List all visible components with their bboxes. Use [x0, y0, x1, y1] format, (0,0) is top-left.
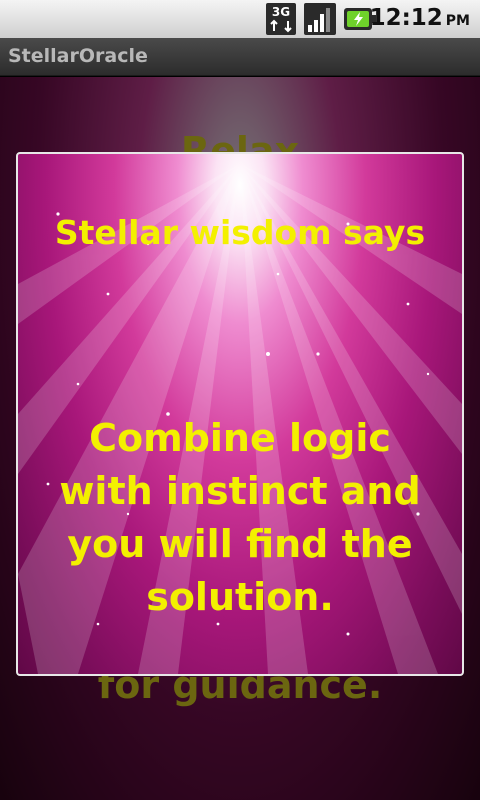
- 3g-data-icon: 3G: [266, 3, 296, 35]
- app-title: StellarOracle: [8, 45, 148, 67]
- clock: 12:12 PM: [370, 5, 470, 31]
- dialog-title: Stellar wisdom says: [54, 213, 426, 252]
- app-title-bar: StellarOracle: [0, 38, 480, 76]
- network-label: 3G: [272, 5, 290, 19]
- clock-ampm: PM: [445, 13, 470, 29]
- signal-icon: [304, 3, 336, 35]
- status-bar: 3G 12:12 PM: [0, 0, 480, 38]
- wisdom-dialog[interactable]: Stellar wisdom says Combine logic with i…: [16, 152, 464, 676]
- clock-time: 12:12: [369, 5, 443, 31]
- oracle-message: Combine logic with instinct and you will…: [59, 416, 421, 619]
